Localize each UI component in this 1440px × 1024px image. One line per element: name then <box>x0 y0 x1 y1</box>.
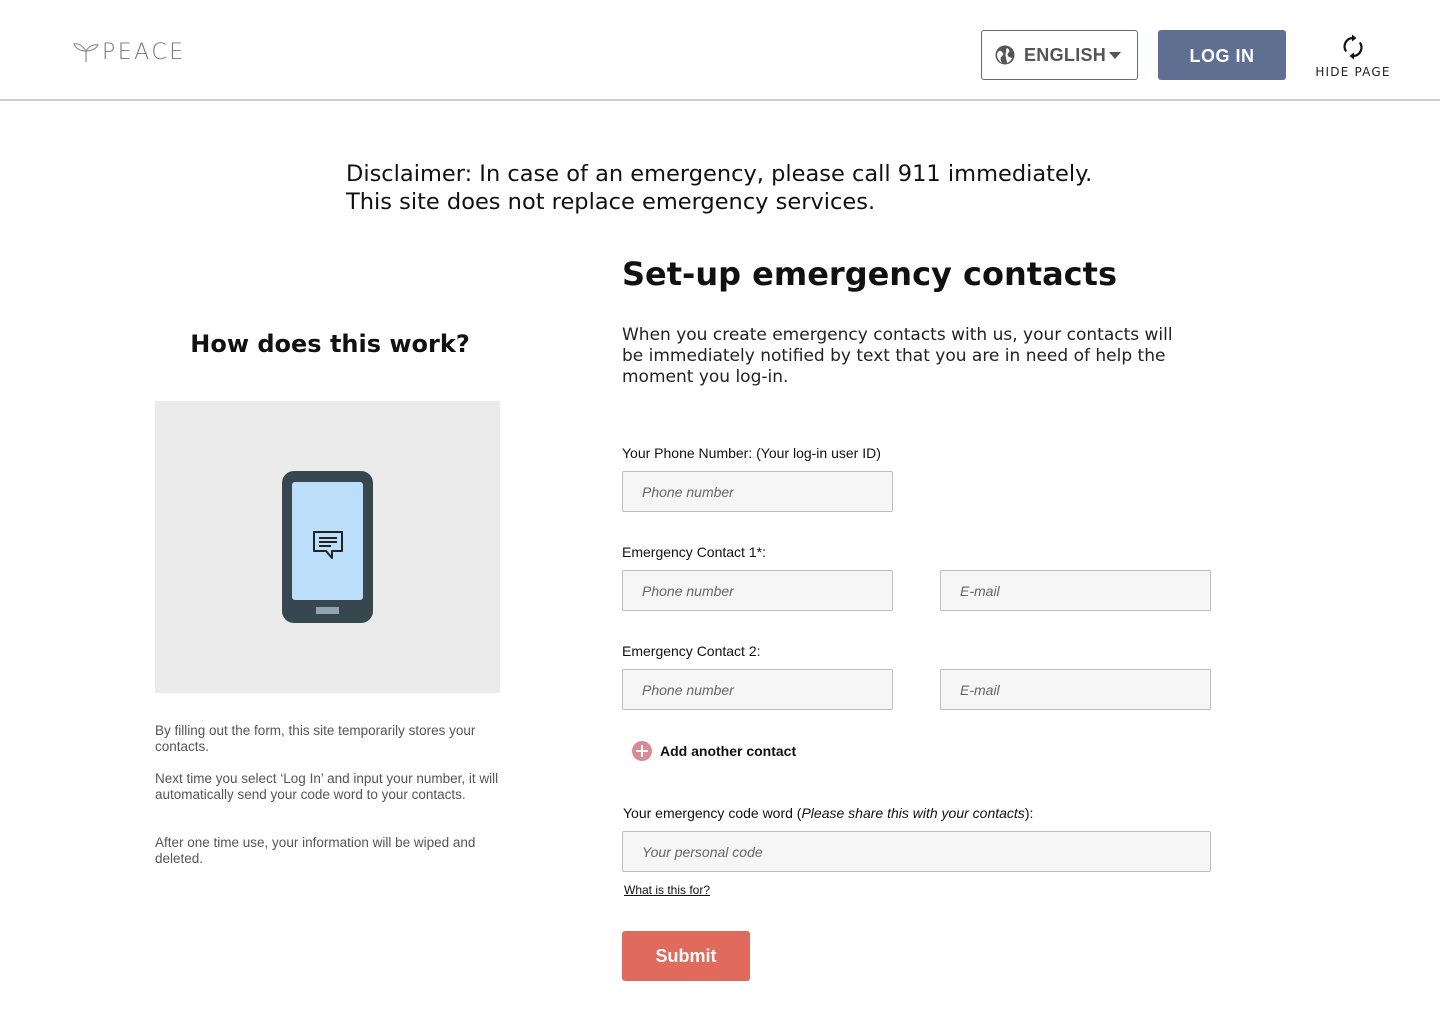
sprout-logo-icon <box>73 43 99 62</box>
what-is-this-link[interactable]: What is this for? <box>624 883 710 897</box>
info-paragraph-2: Next time you select ‘Log In’ and input … <box>155 771 499 802</box>
hide-page-button[interactable]: HIDE PAGE <box>1312 34 1394 80</box>
add-contact-label: Add another contact <box>660 743 797 759</box>
user-phone-input[interactable] <box>622 471 893 512</box>
plus-circle-icon <box>632 741 652 761</box>
contact-2-phone-input[interactable] <box>622 669 893 710</box>
form-title: Set-up emergency contacts <box>622 255 1117 293</box>
contact-1-phone-input[interactable] <box>622 570 893 611</box>
phone-home-button <box>316 607 339 614</box>
contact-2-label: Emergency Contact 2: <box>622 643 761 659</box>
form-intro: When you create emergency contacts with … <box>622 325 1173 387</box>
language-selector[interactable]: ENGLISH <box>981 30 1138 80</box>
disclaimer-line-2: This site does not replace emergency ser… <box>346 189 876 215</box>
globe-icon <box>995 45 1015 65</box>
info-paragraph-3: After one time use, your information wil… <box>155 835 476 866</box>
disclaimer: Disclaimer: In case of an emergency, ple… <box>346 160 1106 216</box>
code-word-label-note: Please share this with your contacts <box>801 805 1025 821</box>
logo-text: PEACE <box>102 40 186 65</box>
language-label: ENGLISH <box>1024 44 1107 65</box>
phone-illustration <box>155 401 500 693</box>
disclaimer-line-1: Disclaimer: In case of an emergency, ple… <box>346 161 1093 187</box>
contact-1-email-input[interactable] <box>940 570 1211 611</box>
refresh-icon <box>1343 34 1363 60</box>
caret-down-icon <box>1109 52 1121 59</box>
chat-icon <box>313 531 343 559</box>
code-word-label-suffix: ): <box>1024 805 1034 821</box>
info-paragraph-1: By filling out the form, this site tempo… <box>155 723 476 754</box>
login-button[interactable]: LOG IN <box>1158 30 1286 80</box>
hide-page-label: HIDE PAGE <box>1315 65 1391 79</box>
phone-icon <box>282 471 373 623</box>
code-word-label-prefix: Your emergency code word ( <box>623 805 802 821</box>
site-header: PEACE ENGLISH LOG IN HIDE PAGE <box>0 0 1440 101</box>
how-it-works-title: How does this work? <box>190 330 470 358</box>
contact-1-label: Emergency Contact 1*: <box>622 544 766 560</box>
logo[interactable]: PEACE <box>72 38 186 64</box>
submit-button[interactable]: Submit <box>622 931 750 981</box>
code-word-label: Your emergency code word (Please share t… <box>623 805 1033 821</box>
contact-2-email-input[interactable] <box>940 669 1211 710</box>
code-word-input[interactable] <box>622 831 1211 872</box>
phone-number-label: Your Phone Number: (Your log-in user ID) <box>622 445 881 461</box>
add-contact-button[interactable]: Add another contact <box>632 741 796 761</box>
